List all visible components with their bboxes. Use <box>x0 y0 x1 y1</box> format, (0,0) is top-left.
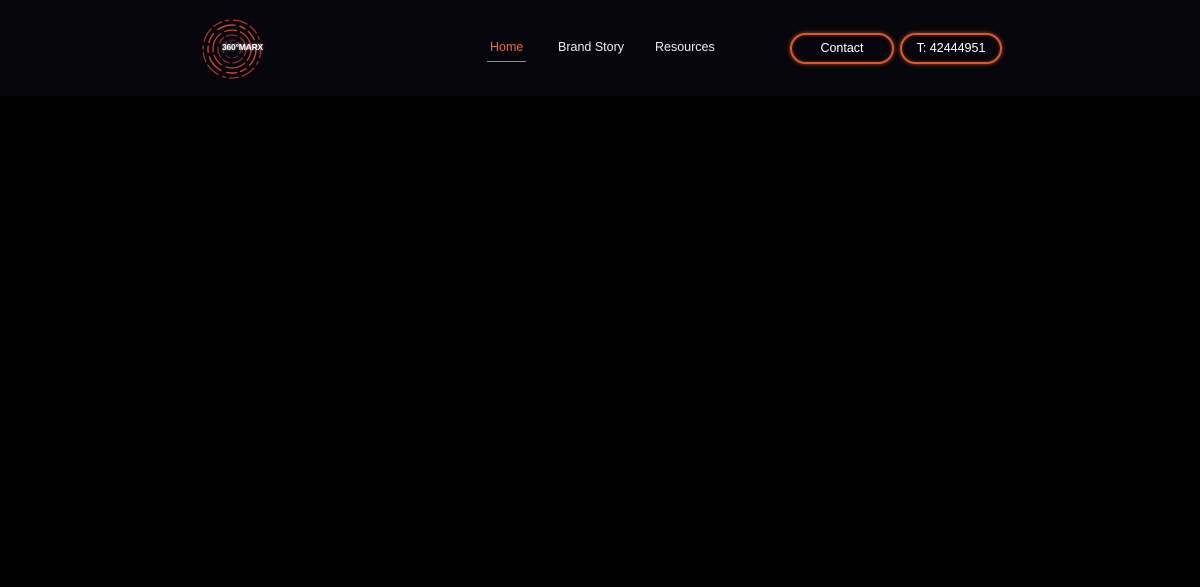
nav-item-home[interactable]: Home <box>487 40 527 62</box>
phone-button[interactable]: T: 42444951 <box>900 33 1002 64</box>
site-header: 360°MARX Home Brand Story Resources Cont… <box>0 0 1200 96</box>
contact-button-label: Contact <box>820 41 864 55</box>
nav-item-brand-story-label: Brand Story <box>558 40 625 54</box>
logo-wordmark: 360°MARX <box>222 42 264 52</box>
active-underline <box>487 61 527 62</box>
nav-item-resources[interactable]: Resources <box>655 40 715 62</box>
nav-item-brand-story[interactable]: Brand Story <box>558 40 624 62</box>
main-content <box>0 96 1200 587</box>
brand-logo[interactable]: 360°MARX <box>200 18 264 80</box>
phone-button-label: T: 42444951 <box>916 41 986 55</box>
nav-item-resources-label: Resources <box>655 40 715 54</box>
contact-button[interactable]: Contact <box>790 33 894 64</box>
nav-item-home-label: Home <box>490 40 524 54</box>
